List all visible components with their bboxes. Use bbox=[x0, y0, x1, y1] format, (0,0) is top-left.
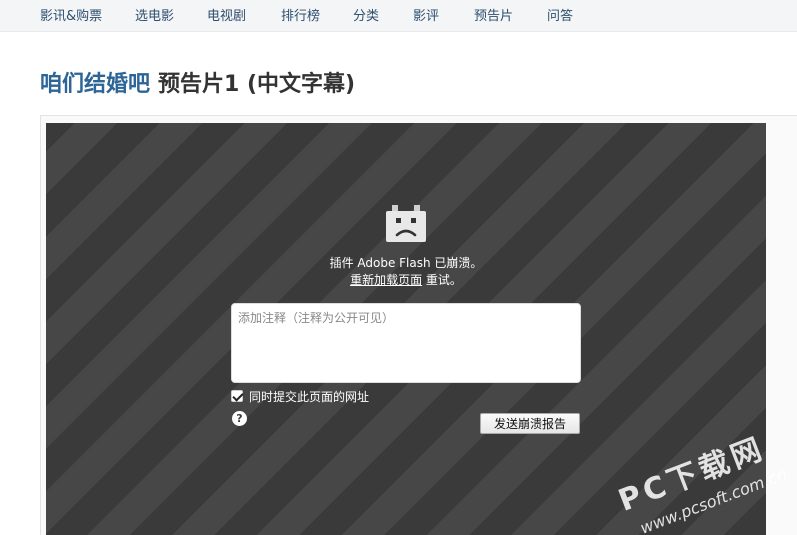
nav-item-reviews[interactable]: 影评 bbox=[413, 5, 439, 24]
include-url-row: 同时提交此页面的网址 bbox=[231, 388, 369, 404]
reload-line: 重新加载页面 重试。 bbox=[46, 272, 766, 288]
include-url-checkbox[interactable] bbox=[231, 390, 243, 402]
clip-title: 预告片1 (中文字幕) bbox=[158, 72, 356, 97]
top-nav: 影讯&购票 选电影 电视剧 排行榜 分类 影评 预告片 问答 bbox=[0, 0, 797, 32]
nav-item-trailers[interactable]: 预告片 bbox=[474, 5, 513, 24]
nav-item-showtimes[interactable]: 影讯&购票 bbox=[40, 5, 102, 24]
nav-item-movies[interactable]: 选电影 bbox=[135, 5, 174, 24]
nav-item-rankings[interactable]: 排行榜 bbox=[281, 5, 320, 24]
send-crash-report-button[interactable]: 发送崩溃报告 bbox=[480, 413, 580, 434]
plugin-crash-icon bbox=[386, 205, 426, 242]
nav-item-qa[interactable]: 问答 bbox=[547, 5, 573, 24]
help-icon[interactable]: ? bbox=[232, 411, 247, 426]
crash-message: 插件 Adobe Flash 已崩溃。 bbox=[329, 256, 483, 270]
include-url-label: 同时提交此页面的网址 bbox=[249, 389, 370, 404]
movie-title-link[interactable]: 咱们结婚吧 bbox=[40, 72, 150, 97]
reload-suffix: 重试。 bbox=[422, 273, 462, 287]
nav-item-categories[interactable]: 分类 bbox=[353, 5, 379, 24]
flash-player-crashed: 插件 Adobe Flash 已崩溃。 重新加载页面 重试。 同时提交此页面的网… bbox=[46, 123, 766, 535]
reload-page-link[interactable]: 重新加载页面 bbox=[350, 273, 422, 287]
crash-comment-input[interactable] bbox=[231, 303, 581, 383]
page-title: 咱们结婚吧 预告片1 (中文字幕) bbox=[40, 70, 355, 100]
nav-item-tv[interactable]: 电视剧 bbox=[207, 5, 246, 24]
